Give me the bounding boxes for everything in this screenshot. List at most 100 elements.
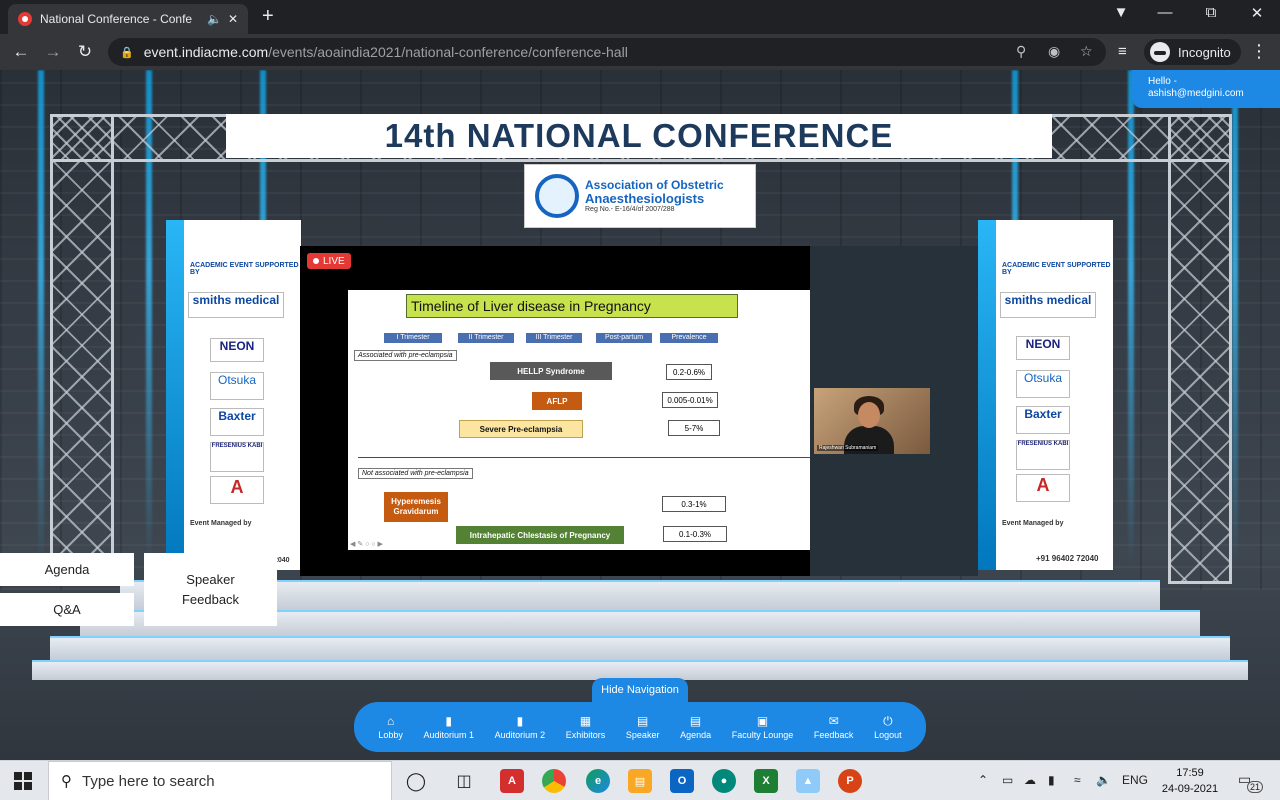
battery-icon[interactable]: ▮ [1048, 773, 1055, 787]
bar-severe-preeclampsia: Severe Pre-eclampsia [459, 420, 583, 438]
cortana-icon[interactable]: ◯ [404, 769, 428, 793]
stage-step [32, 660, 1248, 680]
nav-feedback[interactable]: ✉ Feedback [814, 714, 854, 740]
prevalence-value: 0.005-0.01% [662, 392, 718, 408]
truss-left-pillar [50, 114, 114, 584]
browser-menu-icon[interactable]: ⋮ [1250, 41, 1268, 62]
excel-icon[interactable]: X [754, 769, 778, 793]
clock-date: 24-09-2021 [1161, 783, 1219, 795]
nav-lobby[interactable]: ⌂ Lobby [378, 714, 403, 740]
slide-title: Timeline of Liver disease in Pregnancy [406, 294, 738, 318]
sponsor-otsuka: Otsuka [1016, 370, 1070, 398]
sponsor-fresenius: FRESENIUS KABI [210, 442, 264, 472]
acrobat-icon[interactable]: A [500, 769, 524, 793]
nav-label: Lobby [378, 730, 403, 740]
nav-exhibitors[interactable]: ▦ Exhibitors [566, 714, 606, 740]
tray-chevron-icon[interactable]: ⌃ [978, 773, 988, 787]
sponsor-a-logo-icon: A [1016, 474, 1070, 502]
left-sponsor-banner: ACADEMIC EVENT SUPPORTED BY smiths medic… [166, 220, 301, 570]
outlook-icon[interactable]: O [670, 769, 694, 793]
url-input[interactable]: 🔒 event.indiacme.com/events/aoaindia2021… [108, 38, 1106, 66]
conference-hall-page: Hello - ashish@medgini.com 14th NATIONAL… [0, 70, 1280, 760]
nav-auditorium-2[interactable]: ▮ Auditorium 2 [495, 714, 546, 740]
group-label: Associated with pre-eclampsia [354, 350, 457, 361]
sponsor-neon: NEON [210, 338, 264, 362]
reading-list-icon[interactable]: ≡ [1118, 43, 1127, 60]
new-tab-button[interactable]: + [262, 6, 274, 26]
sponsor-smiths: smiths medical [1000, 292, 1096, 318]
powerpoint-icon[interactable]: P [838, 769, 862, 793]
tab-search-icon[interactable]: ▼ [1106, 4, 1136, 21]
tray-device-icon[interactable]: ▭ [1002, 773, 1013, 787]
user-greeting[interactable]: Hello - ashish@medgini.com [1132, 70, 1280, 108]
url-domain: event.indiacme.com [143, 44, 269, 60]
chrome-icon[interactable] [542, 769, 566, 793]
windows-start-icon[interactable] [14, 772, 32, 790]
feedback-icon: ✉ [828, 714, 839, 728]
taskbar-search-box[interactable]: ⚲ Type here to search [48, 761, 392, 800]
tab-title: National Conference - Confe [40, 12, 193, 26]
slide-controls-icon[interactable]: ◀ ✎ ○ ○ ▶ [350, 540, 383, 548]
grid-icon: ▦ [579, 714, 592, 728]
file-explorer-icon[interactable]: ▤ [628, 769, 652, 793]
power-icon: ⏻ [883, 714, 893, 728]
close-window-button[interactable]: ✕ [1242, 4, 1272, 22]
qa-button[interactable]: Q&A [0, 593, 134, 626]
wifi-icon[interactable]: ≈ [1074, 773, 1081, 787]
sponsor-otsuka: Otsuka [210, 372, 264, 400]
hide-navigation-button[interactable]: Hide Navigation [592, 678, 688, 702]
app-icon[interactable]: ● [712, 769, 736, 793]
reload-button[interactable]: ↻ [74, 42, 96, 62]
onedrive-icon[interactable]: ☁ [1024, 773, 1036, 787]
incognito-profile-button[interactable]: Incognito [1144, 39, 1241, 65]
browser-tab[interactable]: National Conference - Confe 🔈 ✕ [8, 4, 248, 34]
managed-by-label: Event Managed by [190, 520, 252, 527]
bookmark-star-icon[interactable]: ☆ [1080, 43, 1093, 60]
prevalence-value: 0.2-0.6% [666, 364, 712, 380]
restore-button[interactable]: ⧉ [1196, 4, 1226, 21]
trimester-header: Prevalence [660, 333, 718, 343]
right-phone: +91 96402 72040 [1036, 554, 1099, 563]
close-tab-icon[interactable]: ✕ [228, 12, 238, 26]
clock-time: 17:59 [1176, 767, 1204, 779]
minimize-button[interactable]: — [1150, 4, 1180, 21]
presentation-slide: Timeline of Liver disease in Pregnancy I… [348, 290, 810, 550]
speaker-audio-icon[interactable]: 🔈 [207, 12, 222, 26]
language-indicator[interactable]: ENG [1122, 773, 1148, 787]
managed-by-label: Event Managed by [1002, 520, 1064, 527]
section-divider [358, 457, 810, 458]
association-seal-icon [535, 174, 579, 218]
door-icon: ▮ [516, 714, 524, 728]
edge-icon[interactable]: e [586, 769, 610, 793]
live-badge: LIVE [307, 253, 351, 269]
zoom-icon[interactable]: ⚲ [1016, 43, 1026, 60]
nav-agenda[interactable]: ▤ Agenda [680, 714, 711, 740]
lock-icon: 🔒 [120, 46, 134, 59]
nav-speaker[interactable]: ▤ Speaker [626, 714, 660, 740]
nav-label: Auditorium 2 [494, 730, 546, 740]
system-clock[interactable]: 17:59 24-09-2021 [1160, 765, 1220, 797]
speaker-head [858, 402, 880, 428]
tracking-blocked-icon[interactable]: ◉ [1048, 43, 1060, 60]
trimester-header: I Trimester [384, 333, 442, 343]
bar-aflp: AFLP [532, 392, 582, 410]
agenda-button[interactable]: Agenda [0, 553, 134, 586]
speaker-feedback-button[interactable]: Speaker Feedback [144, 553, 277, 626]
prevalence-value: 0.3-1% [662, 496, 726, 512]
nav-auditorium-1[interactable]: ▮ Auditorium 1 [423, 714, 474, 740]
volume-icon[interactable]: 🔈 [1096, 773, 1111, 787]
user-email: ashish@medgini.com [1148, 88, 1244, 99]
org-line2: Anaesthesiologists [585, 191, 705, 206]
nav-logout[interactable]: ⏻ Logout [874, 714, 902, 740]
sponsor-fresenius: FRESENIUS KABI [1016, 440, 1070, 470]
search-placeholder: Type here to search [82, 772, 215, 790]
image-viewer-icon[interactable]: ▲ [796, 769, 820, 793]
truss-right-pillar [1168, 114, 1232, 584]
nav-faculty-lounge[interactable]: ▣ Faculty Lounge [732, 714, 794, 740]
forward-button[interactable]: → [42, 42, 64, 62]
incognito-icon [1150, 42, 1170, 62]
greeting-text: Hello - [1148, 76, 1177, 87]
nav-label: Feedback [813, 730, 854, 740]
back-button[interactable]: ← [10, 42, 32, 62]
task-view-icon[interactable]: ◫ [452, 769, 476, 793]
